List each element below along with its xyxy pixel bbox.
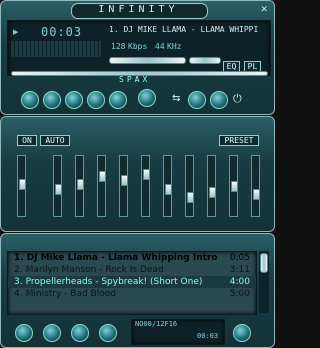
stop-button[interactable] [87, 91, 105, 109]
samplerate-unit: KHz [167, 42, 182, 51]
playlist-item-title: DJ Mike Llama - Llama Whipping Intro [26, 253, 218, 263]
eq-slider-track[interactable] [75, 155, 84, 217]
window-title: INFINITY [98, 4, 179, 15]
playlist-item[interactable]: 4. Ministry - Bad Blood 5:00 [8, 288, 256, 300]
playlist-info: NO00/12F16 [135, 320, 178, 328]
eq-slider-track[interactable] [141, 155, 150, 217]
main-window: INFINITY ✕ ▶ 00:03 1. DJ MIKE LLAMA - LL… [0, 0, 275, 115]
brand-label: SPAX [119, 75, 151, 84]
select-button[interactable] [71, 324, 89, 342]
eq-slider-knob[interactable] [187, 192, 194, 203]
previous-button[interactable] [21, 91, 39, 109]
playlist-window: 1. DJ Mike Llama - Llama Whipping Intro 0:… [0, 233, 275, 348]
eq-slider-knob[interactable] [19, 179, 26, 190]
repeat-button[interactable] [188, 91, 206, 109]
eq-slider-track[interactable] [119, 155, 128, 217]
equalizer-window: ON AUTO PRESET [0, 116, 275, 232]
eq-slider-track[interactable] [53, 155, 62, 217]
playlist-item-index: 2. [14, 265, 23, 275]
song-marquee[interactable]: 1. DJ MIKE LLAMA - LLAMA WHIPPI [109, 25, 269, 34]
options-button[interactable] [210, 91, 228, 109]
eq-slider-knob[interactable] [231, 181, 238, 192]
playlist-item[interactable]: 3. Propellerheads - Spybreak! (Short One)… [8, 276, 256, 288]
visualizer[interactable] [11, 41, 101, 57]
playlist-item-duration: 0:05 [229, 253, 250, 263]
play-state-icon: ▶ [13, 28, 19, 36]
playlist-item[interactable]: 1. DJ Mike Llama - Llama Whipping Intro 0:… [8, 252, 256, 264]
remove-button[interactable] [43, 324, 61, 342]
power-icon[interactable]: ⏻ [233, 92, 242, 106]
samplerate-value: 44 [155, 42, 165, 51]
eq-slider-knob[interactable] [143, 169, 150, 180]
eq-slider-track[interactable] [229, 155, 238, 217]
next-button[interactable] [109, 91, 127, 109]
playlist-item[interactable]: 2. Marilyn Manson - Rock Is Dead 3:11 [8, 264, 256, 276]
balance-slider[interactable] [189, 57, 221, 64]
bitrate-unit: Kbps [128, 42, 148, 51]
eject-button[interactable] [138, 89, 156, 107]
playlist-item-index: 3. [14, 277, 23, 287]
eq-slider-knob[interactable] [253, 189, 260, 200]
close-icon[interactable]: ✕ [260, 5, 268, 15]
eq-slider-knob[interactable] [121, 175, 128, 186]
eq-slider-track[interactable] [207, 155, 216, 217]
playlist-time: 00:03 [197, 332, 219, 340]
eq-sliders [15, 151, 263, 221]
eq-slider-track[interactable] [251, 155, 260, 217]
playlist-item-title: Propellerheads - Spybreak! (Short One) [25, 277, 203, 287]
eq-auto-button[interactable]: AUTO [40, 135, 70, 146]
scrollbar-thumb[interactable] [260, 253, 268, 273]
eq-slider-track[interactable] [163, 155, 172, 217]
playlist-list[interactable]: 1. DJ Mike Llama - Llama Whipping Intro 0:… [7, 251, 257, 315]
playlist-item-title: Marilyn Manson - Rock Is Dead [25, 265, 164, 275]
eq-slider-track[interactable] [17, 155, 26, 217]
add-button[interactable] [15, 324, 33, 342]
playlist-item-index: 4. [14, 289, 23, 299]
eq-slider-knob[interactable] [165, 184, 172, 195]
eq-slider-track[interactable] [97, 155, 106, 217]
playlist-item-duration: 5:00 [229, 289, 250, 299]
playlist-item-title: Ministry - Bad Blood [25, 289, 116, 299]
playlist-item-duration: 3:11 [229, 265, 250, 275]
bitrate-value: 128 [111, 42, 126, 51]
playlist-item-duration: 4:00 [229, 277, 250, 287]
play-button[interactable] [43, 91, 61, 109]
eq-on-button[interactable]: ON [17, 135, 37, 146]
shuffle-icon[interactable]: ⇆ [172, 93, 180, 104]
eq-slider-track[interactable] [185, 155, 194, 217]
list-button[interactable] [233, 324, 251, 342]
eq-slider-knob[interactable] [99, 171, 106, 182]
playlist-scrollbar[interactable] [259, 251, 269, 313]
volume-slider[interactable] [109, 57, 186, 64]
eq-slider-knob[interactable] [55, 184, 62, 195]
eq-slider-knob[interactable] [209, 187, 216, 198]
playlist-item-index: 1. [14, 253, 24, 263]
eq-presets-button[interactable]: PRESET [219, 135, 259, 146]
misc-button[interactable] [99, 324, 117, 342]
time-display[interactable]: 00:03 [41, 25, 82, 39]
pause-button[interactable] [65, 91, 83, 109]
eq-slider-knob[interactable] [77, 179, 84, 190]
